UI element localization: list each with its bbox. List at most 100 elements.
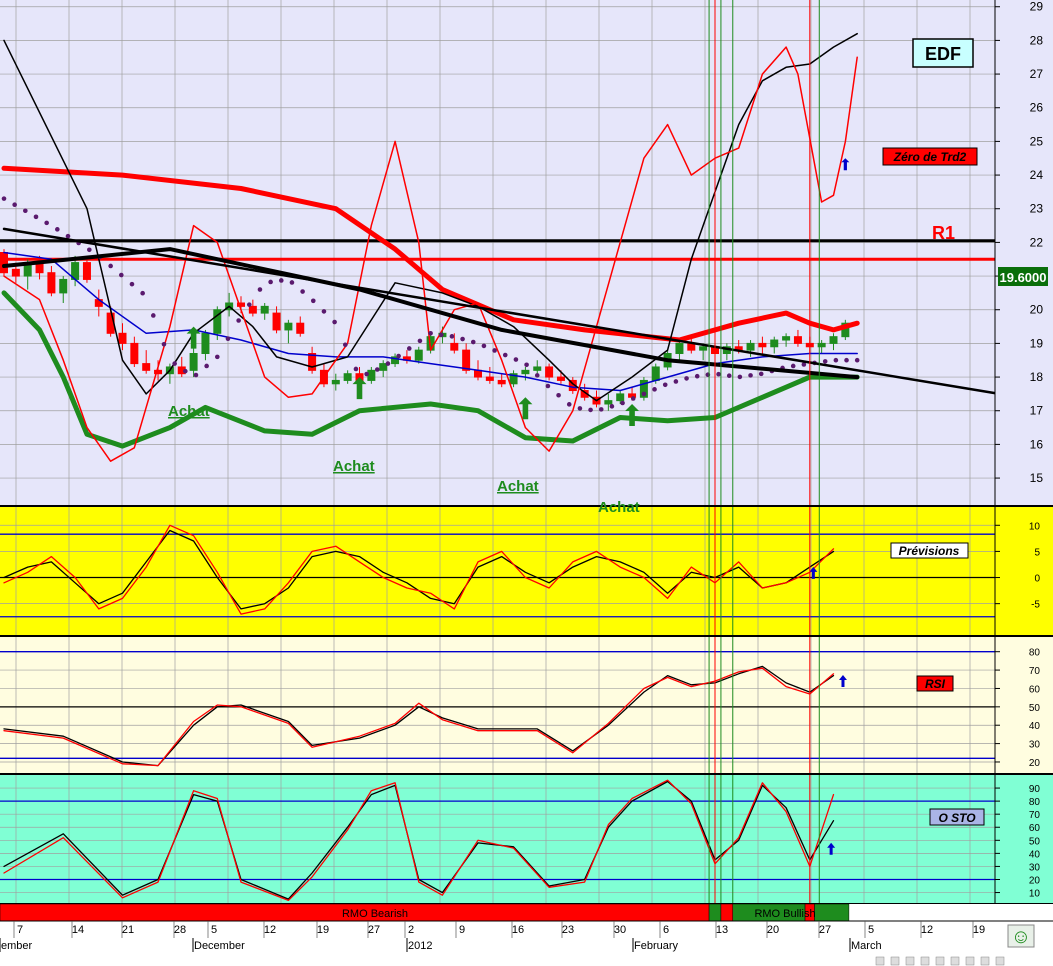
x-tick-label: 27 <box>819 924 831 936</box>
x-tick-label: 30 <box>614 924 626 936</box>
axis-bg-main <box>995 0 1053 505</box>
x-tick-label: 21 <box>122 924 134 936</box>
zero-trd2-label: Zéro de Trd2 <box>893 150 967 164</box>
y-tick-label: 60 <box>1029 684 1041 695</box>
y-tick-label: 27 <box>1030 67 1044 81</box>
x-axis: 7 14 21 28 5 12 19 27 2 9 16 23 30 6 13 20 27 5 12 19 ember D… <box>0 920 1053 966</box>
candle-body <box>829 336 838 344</box>
sar-dot <box>609 404 615 409</box>
candle-body <box>59 278 68 294</box>
candle-body <box>521 369 530 375</box>
sar-dot <box>321 309 327 314</box>
candle-body <box>284 322 293 331</box>
candle-body <box>0 252 8 274</box>
y-tick-label: 40 <box>1029 849 1041 860</box>
rmo-segment-bearish <box>720 903 734 922</box>
candle-body <box>343 373 352 381</box>
x-tick-label: 16 <box>512 924 524 936</box>
y-tick-label: 17 <box>1030 404 1044 418</box>
osto-label: O STO <box>938 811 976 825</box>
sar-dot <box>662 382 668 388</box>
candle-body <box>272 312 281 331</box>
sar-dot <box>598 407 604 412</box>
rsi-label: RSI <box>925 677 946 691</box>
sar-dot <box>620 400 625 406</box>
candle-body <box>248 305 257 314</box>
sar-dot <box>374 367 380 372</box>
sar-dot <box>833 357 839 363</box>
month-label: December <box>194 940 245 952</box>
x-tick-label: 28 <box>174 924 186 936</box>
candle-body <box>651 366 660 381</box>
sar-dot <box>246 302 252 307</box>
sar-dot <box>385 361 391 366</box>
sar-dot <box>694 373 700 379</box>
y-tick-label: 30 <box>1029 862 1041 873</box>
toolbar-mini-button <box>995 956 1005 966</box>
y-tick-label: 30 <box>1029 740 1041 751</box>
x-tick-label: 6 <box>663 924 669 936</box>
candle-body <box>699 346 708 351</box>
sar-dot <box>129 281 135 287</box>
x-tick-label: 13 <box>716 924 728 936</box>
y-tick-label: 50 <box>1029 703 1041 714</box>
x-tick-label: 12 <box>264 924 276 936</box>
y-tick-label: 0 <box>1034 574 1040 585</box>
candle-body <box>367 369 376 381</box>
candle-body <box>793 336 802 344</box>
month-label: March <box>851 940 882 952</box>
sar-dot <box>748 373 753 378</box>
sar-dot <box>652 387 657 392</box>
sar-dot <box>172 361 177 366</box>
sar-dot <box>257 287 263 292</box>
sar-dot <box>737 374 743 380</box>
achat-label-1: Achat <box>168 403 210 420</box>
sar-dot <box>673 379 679 384</box>
month-label: February <box>634 940 679 952</box>
sar-dot <box>161 341 167 347</box>
x-tick-label: 2 <box>408 924 414 936</box>
candle-body <box>497 379 506 385</box>
sar-dot <box>108 263 113 269</box>
sar-dot <box>119 272 124 278</box>
sar-dot <box>449 334 455 339</box>
y-tick-label: 10 <box>1029 521 1041 532</box>
sar-dot <box>758 371 764 377</box>
sar-dot <box>140 290 145 296</box>
chart-canvas: 151617181920212223242526272829-505102030… <box>0 0 1053 966</box>
sar-dot <box>151 313 156 318</box>
sar-dot <box>300 289 305 294</box>
candle-body <box>545 366 554 378</box>
rmo-bar <box>0 903 1053 922</box>
sar-dot <box>726 373 732 379</box>
y-tick-label: 70 <box>1029 810 1041 821</box>
month-label: 2012 <box>408 940 432 952</box>
candle-body <box>189 353 198 371</box>
y-tick-label: 25 <box>1030 134 1044 148</box>
sar-dot <box>854 357 860 363</box>
toolbar-mini-button <box>965 956 975 966</box>
sar-dot <box>588 407 593 413</box>
candle-body <box>533 366 542 371</box>
sar-dot <box>193 372 199 378</box>
x-tick-label: 9 <box>459 924 465 936</box>
axis-bg-prev <box>995 507 1053 635</box>
sar-dot <box>289 280 295 285</box>
candle-body <box>118 332 127 344</box>
sar-dot <box>844 357 849 363</box>
previsions-label: Prévisions <box>899 544 960 558</box>
sar-dot <box>502 352 508 358</box>
achat-label-2: Achat <box>333 458 375 475</box>
sar-dot <box>55 227 60 232</box>
sar-dot <box>268 279 273 285</box>
y-tick-label: 23 <box>1030 202 1044 216</box>
sar-dot <box>545 383 551 389</box>
sar-dot <box>332 319 337 325</box>
y-tick-label: 29 <box>1030 0 1044 14</box>
y-tick-label: 70 <box>1029 666 1041 677</box>
candle-body <box>675 342 684 354</box>
smiley-icon: ☺ <box>1011 926 1031 948</box>
sar-dot <box>684 376 689 381</box>
candle-body <box>485 376 494 381</box>
sar-dot <box>417 338 423 344</box>
